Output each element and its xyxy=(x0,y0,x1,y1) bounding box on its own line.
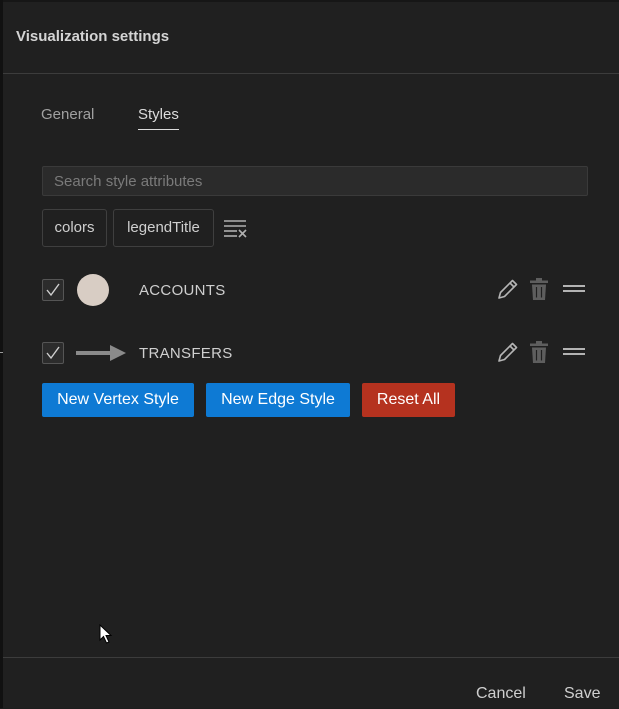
delete-trash-icon[interactable] xyxy=(529,340,549,369)
delete-trash-icon[interactable] xyxy=(529,277,549,306)
reset-all-button[interactable]: Reset All xyxy=(362,383,455,417)
tab-styles[interactable]: Styles xyxy=(138,106,179,130)
drag-handle-icon[interactable] xyxy=(562,344,586,365)
search-style-attributes-input[interactable] xyxy=(42,166,588,196)
clear-filter-icon[interactable] xyxy=(223,218,249,240)
style-enabled-checkbox[interactable] xyxy=(42,342,64,364)
style-label: ACCOUNTS xyxy=(139,282,226,299)
dialog-footer: Cancel Save xyxy=(3,657,619,709)
checkmark-icon xyxy=(46,346,60,360)
cancel-button[interactable]: Cancel xyxy=(476,685,526,703)
visualization-settings-dialog: Visualization settings General Styles co… xyxy=(3,2,619,708)
filter-chip-colors[interactable]: colors xyxy=(42,209,107,247)
save-button[interactable]: Save xyxy=(564,685,600,703)
style-row-accounts: ACCOUNTS xyxy=(3,270,619,310)
mouse-pointer-icon xyxy=(99,623,113,649)
edge-arrow-icon xyxy=(76,344,128,367)
new-edge-style-button[interactable]: New Edge Style xyxy=(206,383,350,417)
vertex-swatch-icon xyxy=(76,273,110,312)
dialog-header: Visualization settings xyxy=(3,2,619,74)
style-row-transfers: TRANSFERS xyxy=(3,333,619,373)
style-label: TRANSFERS xyxy=(139,345,233,362)
drag-handle-icon[interactable] xyxy=(562,281,586,302)
edit-pencil-icon[interactable] xyxy=(496,340,520,369)
filter-chip-legend-title[interactable]: legendTitle xyxy=(113,209,214,247)
dialog-title: Visualization settings xyxy=(16,28,170,45)
style-enabled-checkbox[interactable] xyxy=(42,279,64,301)
checkmark-icon xyxy=(46,283,60,297)
tab-general[interactable]: General xyxy=(41,106,94,129)
new-vertex-style-button[interactable]: New Vertex Style xyxy=(42,383,194,417)
edit-pencil-icon[interactable] xyxy=(496,277,520,306)
